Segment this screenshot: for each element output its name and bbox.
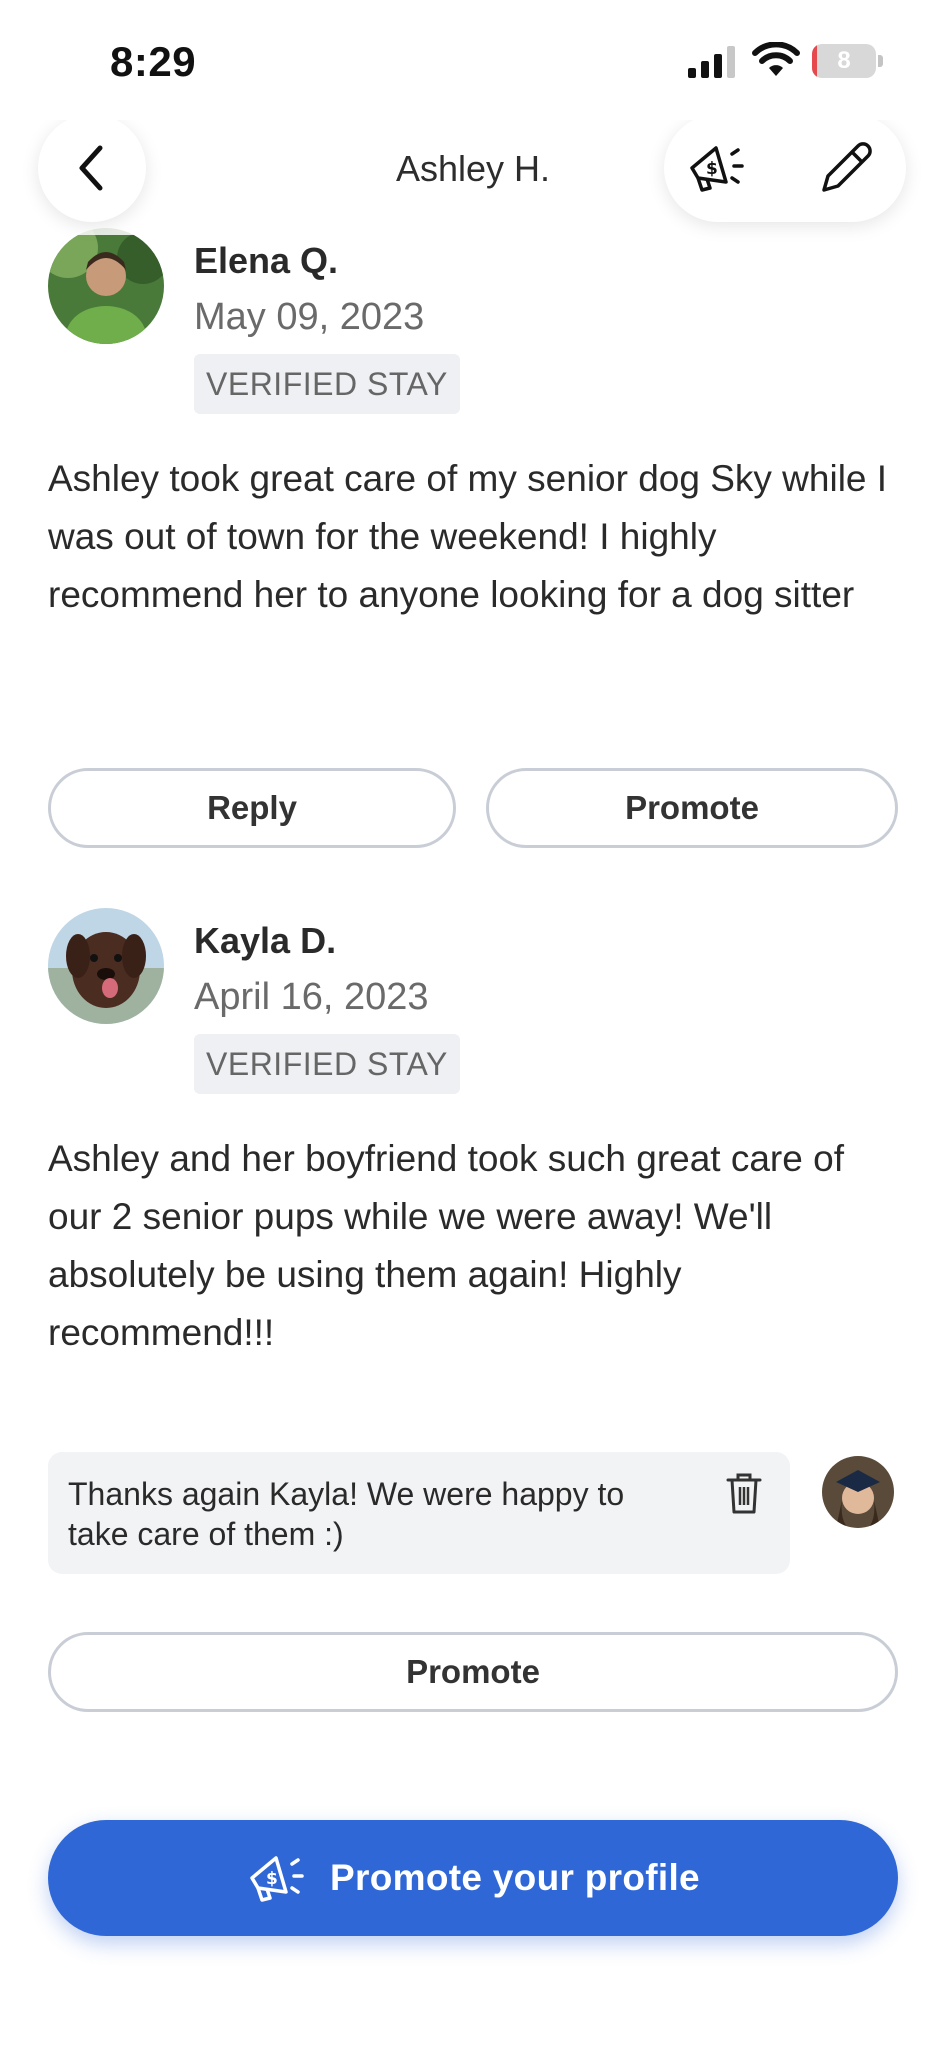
megaphone-dollar-icon: $ xyxy=(690,146,744,192)
header: Ashley H. $ xyxy=(0,110,946,235)
edit-button[interactable] xyxy=(816,138,876,198)
reply-button[interactable]: Reply xyxy=(48,768,456,848)
promote-profile-label: Promote your profile xyxy=(330,1857,700,1898)
cellular-signal-icon xyxy=(688,46,735,78)
promote-profile-button[interactable]: $ Promote your profile xyxy=(48,1820,898,1936)
owner-reply: Thanks again Kayla! We were happy to tak… xyxy=(48,1452,790,1574)
avatar xyxy=(822,1456,894,1528)
review-date: May 09, 2023 xyxy=(194,296,425,338)
pencil-icon xyxy=(822,142,872,192)
reviewer-name: Elena Q. xyxy=(194,240,339,281)
review-text: Ashley and her boyfriend took such great… xyxy=(48,1138,844,1353)
promote-review-button[interactable]: Promote xyxy=(48,1632,898,1712)
avatar xyxy=(48,228,164,344)
verified-badge: VERIFIED STAY xyxy=(194,1034,460,1094)
wifi-icon xyxy=(752,42,800,76)
trash-icon[interactable] xyxy=(724,1470,764,1516)
reply-text: Thanks again Kayla! We were happy to tak… xyxy=(68,1476,625,1552)
review-card: Elena Q. May 09, 2023 VERIFIED STAY Ashl… xyxy=(48,228,898,868)
megaphone-dollar-icon: $ xyxy=(250,1856,304,1902)
battery-level: 8 xyxy=(837,47,851,74)
status-bar: 8:29 8 xyxy=(0,0,946,120)
svg-text:$: $ xyxy=(266,1869,278,1889)
avatar xyxy=(48,908,164,1024)
review-card: Kayla D. April 16, 2023 VERIFIED STAY As… xyxy=(48,908,898,1508)
status-time: 8:29 xyxy=(110,38,197,85)
review-date: April 16, 2023 xyxy=(194,976,429,1018)
header-actions: $ xyxy=(664,114,906,222)
promote-button[interactable]: $ xyxy=(686,138,746,198)
svg-text:$: $ xyxy=(706,159,718,179)
promote-review-button[interactable]: Promote xyxy=(486,768,898,848)
reviewer-name: Kayla D. xyxy=(194,920,337,961)
battery-icon: 8 xyxy=(812,44,884,80)
review-text: Ashley took great care of my senior dog … xyxy=(48,458,888,615)
verified-badge: VERIFIED STAY xyxy=(194,354,460,414)
